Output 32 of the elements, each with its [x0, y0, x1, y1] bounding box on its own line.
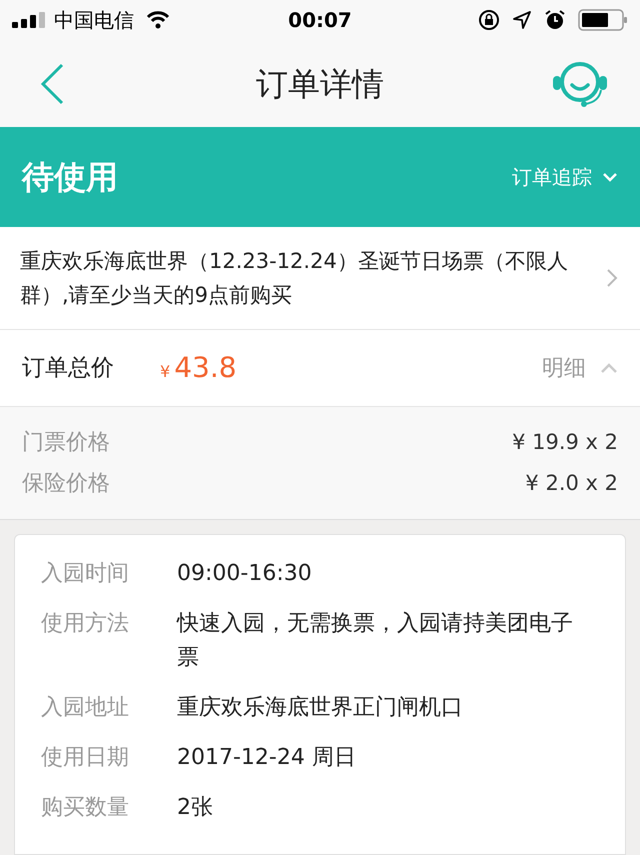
battery-icon: [578, 9, 628, 31]
total-price: ¥43.8: [160, 350, 237, 386]
total-label: 订单总价: [22, 354, 114, 383]
info-label: 入园地址: [41, 694, 130, 722]
info-label: 使用方法: [41, 610, 130, 638]
info-label: 入园时间: [41, 560, 130, 588]
details-toggle[interactable]: 明细: [542, 352, 618, 384]
location-arrow-icon: [512, 10, 532, 30]
order-status: 待使用: [22, 157, 118, 198]
page-title: 订单详情: [256, 64, 384, 104]
price-value: ¥ 2.0 x 2: [525, 470, 618, 497]
info-label: 使用日期: [41, 744, 130, 772]
price-value: ¥ 19.9 x 2: [512, 428, 618, 456]
rotation-lock-icon: [478, 9, 500, 31]
chevron-right-icon: [606, 268, 618, 288]
chevron-up-icon: [600, 362, 618, 374]
wifi-icon: [146, 11, 170, 29]
price-label: 保险价格: [22, 470, 110, 498]
signal-icon: [12, 12, 48, 28]
info-label: 购买数量: [41, 794, 130, 822]
info-value: 09:00-16:30: [177, 560, 313, 588]
product-row[interactable]: 重庆欢乐海底世界（12.23-12.24）圣诞节日场票（不限人群）,请至少当天的9点前购买: [0, 227, 640, 330]
price-label: 门票价格: [22, 429, 110, 457]
info-value: 2张: [177, 794, 214, 822]
info-value: 快速入园，无需换票，入园请持美团电子票: [177, 610, 574, 672]
chevron-down-icon: [602, 172, 618, 182]
alarm-icon: [544, 9, 566, 31]
clock-time: 00:07: [288, 7, 352, 34]
info-value: 2017-12-24 周日: [177, 744, 357, 772]
carrier-name: 中国电信: [54, 7, 134, 34]
info-value: 重庆欢乐海底世界正门闸机口: [177, 694, 464, 722]
order-tracking-link[interactable]: 订单追踪: [512, 162, 618, 192]
